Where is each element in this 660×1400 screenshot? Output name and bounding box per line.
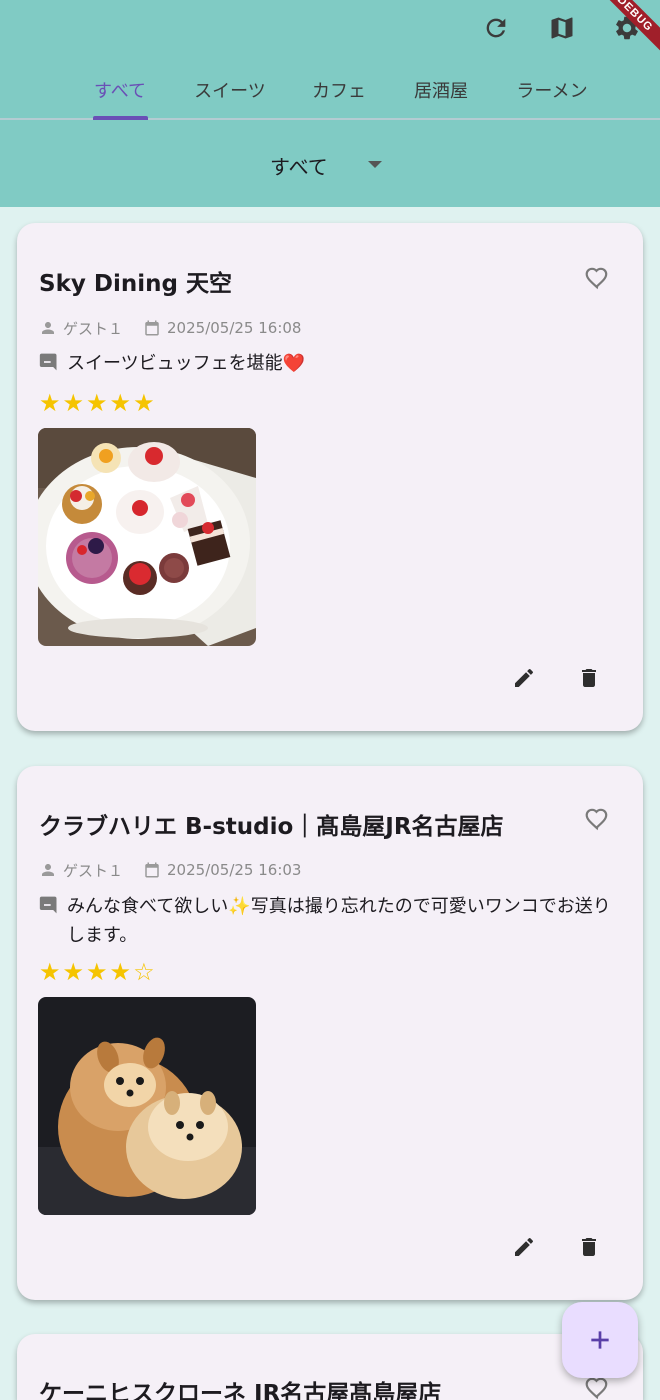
post-title: Sky Dining 天空 [39,271,232,297]
delete-button[interactable] [571,660,607,696]
calendar-icon [145,862,159,878]
map-icon [551,17,573,39]
post-card[interactable]: Sky Dining 天空 ゲスト１ 2025/05/25 16:08 スイーツ… [17,223,643,731]
post-user: ゲスト１ [63,319,124,338]
tab-cafe[interactable]: カフェ [298,62,380,118]
favorite-button[interactable] [579,801,615,837]
post-meta: ゲスト１ 2025/05/25 16:08 [39,317,301,339]
edit-icon [515,668,534,687]
debug-banner: DEBUG [600,0,660,60]
post-photo[interactable] [38,428,256,646]
person-icon [42,322,54,334]
refresh-button[interactable] [476,8,516,48]
post-photo[interactable] [38,997,256,1215]
calendar-icon [145,320,159,336]
post-datetime: 2025/05/25 16:03 [167,861,302,879]
debug-label: DEBUG [600,0,660,59]
post-comment-text: スイーツビュッフェを堪能❤️ [67,353,306,374]
add-post-button[interactable] [562,1302,638,1378]
favorite-button[interactable] [579,260,615,296]
comment-icon [39,896,57,914]
post-title: クラブハリエ B-studio｜髙島屋JR名古屋店 [39,814,504,840]
delete-button[interactable] [571,1229,607,1265]
trash-icon [582,669,596,687]
comment-icon [39,353,57,371]
map-button[interactable] [542,8,582,48]
rating-stars: ★★★★☆ [39,958,157,986]
tab-all[interactable]: すべて [80,62,160,118]
post-comment: みんな食べて欲しい✨写真は撮り忘れたので可愛いワンコでお送りします。 [39,892,619,950]
refresh-icon [486,18,506,38]
app-bar: DEBUG すべて スイーツ カフェ 居酒屋 ラーメン すべて [0,0,660,207]
tab-sweets[interactable]: スイーツ [180,62,280,118]
tab-ramen[interactable]: ラーメン [502,62,602,118]
tab-indicator [93,116,148,120]
post-datetime: 2025/05/25 16:08 [167,319,302,337]
heart-outline-icon [585,808,608,831]
heart-outline-icon [585,267,608,290]
post-comment-text: みんな食べて欲しい✨写真は撮り忘れたので可愛いワンコでお送りします。 [67,896,611,946]
sweets-plate-image [38,428,256,646]
dogs-image [38,997,256,1215]
rating-stars: ★★★★★ [39,389,157,417]
heart-outline-icon [585,1377,608,1400]
person-icon [42,864,54,876]
post-user: ゲスト１ [63,861,124,880]
post-card[interactable]: ケーニヒスクローネ JR名古屋髙島屋店 [17,1334,643,1400]
post-card[interactable]: クラブハリエ B-studio｜髙島屋JR名古屋店 ゲスト１ 2025/05/2… [17,766,643,1300]
category-tabs: すべて スイーツ カフェ 居酒屋 ラーメン [0,62,660,120]
trash-icon [582,1238,596,1256]
edit-button[interactable] [506,1229,542,1265]
plus-icon [591,1331,609,1349]
post-meta: ゲスト１ 2025/05/25 16:03 [39,859,301,881]
edit-button[interactable] [506,660,542,696]
filter-dropdown[interactable]: すべて [270,145,390,185]
tab-izakaya[interactable]: 居酒屋 [400,62,482,118]
dropdown-arrow-icon [368,161,382,168]
edit-icon [515,1237,534,1256]
filter-selected: すべて [270,154,328,179]
post-title: ケーニヒスクローネ JR名古屋髙島屋店 [39,1381,442,1400]
post-comment: スイーツビュッフェを堪能❤️ [39,349,619,378]
